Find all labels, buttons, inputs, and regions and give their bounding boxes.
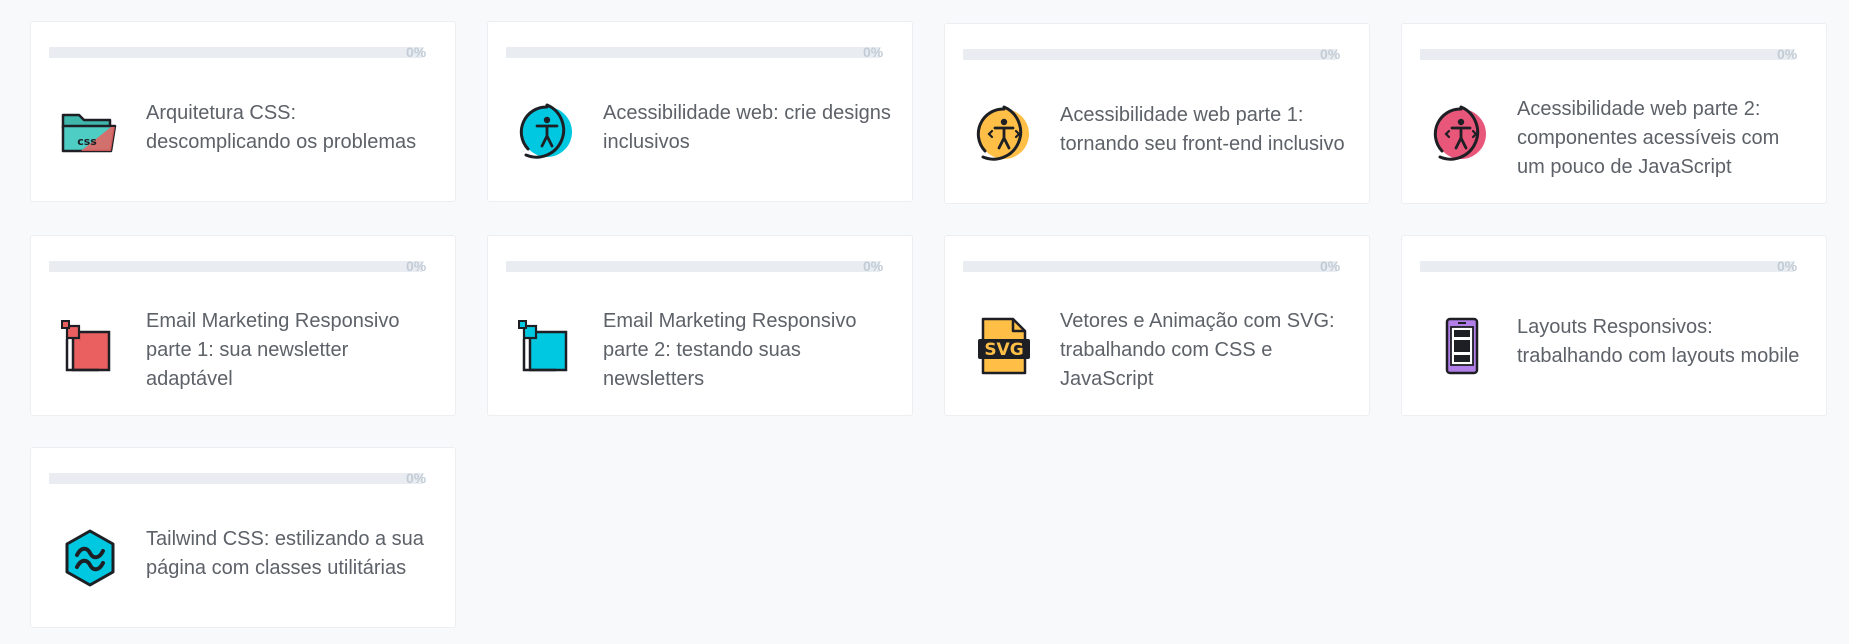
mobile-phone-icon [1430,315,1492,377]
course-card[interactable]: 0% Email Marketing Responsivo parte 2: t… [487,235,913,416]
progress-bar [963,261,1337,272]
progress-percent: 0% [863,258,884,274]
course-card[interactable]: 0% Tailwind CSS: estilizando a sua págin… [30,447,456,628]
course-card[interactable]: 0% Acessibilidade web parte 1: tornando … [944,23,1370,204]
progress-bar [49,473,423,484]
course-grid: 0% css Arquitetura CSS: descomplicando o… [30,21,1827,628]
course-card[interactable]: 0% Acessibilidade web: crie designs incl… [487,21,913,202]
course-title: Acessibilidade web: crie designs inclusi… [603,101,891,153]
course-card[interactable]: 0% Email Marketing Responsivo parte 1: s… [30,235,456,416]
course-title: Arquitetura CSS: descomplicando os probl… [146,101,417,153]
folder-css-icon: css [59,101,121,163]
svg-text:SVG: SVG [984,340,1023,360]
responsive-email-icon [516,315,578,377]
progress-percent: 0% [1777,46,1798,62]
course-title: Tailwind CSS: estilizando a sua página c… [146,527,424,579]
course-title: Layouts Responsivos: trabalhando com lay… [1517,315,1800,367]
course-title: Email Marketing Responsivo parte 1: sua … [146,309,400,390]
progress-percent: 0% [1320,46,1341,62]
progress-percent: 0% [406,258,427,274]
svg-text:css: css [77,135,97,148]
progress-bar [506,47,880,58]
progress-percent: 0% [1320,258,1341,274]
course-title: Acessibilidade web parte 2: componentes … [1517,97,1780,178]
progress-percent: 0% [406,470,427,486]
accessibility-icon [1430,103,1492,165]
progress-bar [49,261,423,272]
progress-bar [506,261,880,272]
progress-percent: 0% [406,44,427,60]
course-card[interactable]: 0% Acessibilidade web parte 2: component… [1401,23,1827,204]
progress-percent: 0% [1777,258,1798,274]
progress-bar [963,49,1337,60]
progress-bar [49,47,423,58]
tailwind-logo-icon [59,527,121,589]
course-card[interactable]: 0% SVG Vetores e Animação com SVG: traba… [944,235,1370,416]
accessibility-icon [516,101,578,163]
course-card[interactable]: 0% Layouts Responsivos: trabalhando com … [1401,235,1827,416]
responsive-email-icon [59,315,121,377]
course-title: Acessibilidade web parte 1: tornando seu… [1060,103,1345,155]
course-card[interactable]: 0% css Arquitetura CSS: descomplicando o… [30,21,456,202]
accessibility-icon [973,103,1035,165]
course-title: Email Marketing Responsivo parte 2: test… [603,309,857,390]
course-title: Vetores e Animação com SVG: trabalhando … [1060,309,1335,390]
svg-file-icon: SVG [973,315,1035,377]
progress-bar [1420,261,1794,272]
progress-bar [1420,49,1794,60]
progress-percent: 0% [863,44,884,60]
